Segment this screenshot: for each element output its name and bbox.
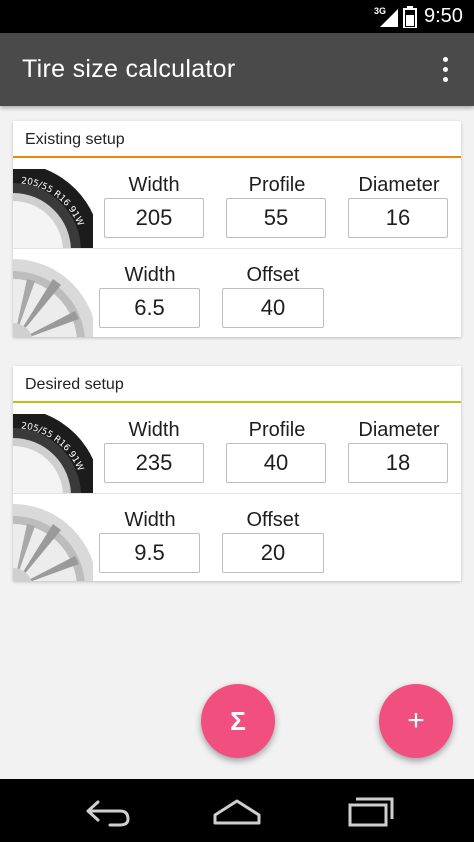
navigation-bar — [0, 779, 474, 842]
more-vert-icon[interactable] — [430, 53, 460, 87]
tire-width-input[interactable]: 235 — [104, 443, 204, 483]
tire-profile-input[interactable]: 40 — [226, 443, 326, 483]
tire-profile-input[interactable]: 55 — [226, 198, 326, 238]
tire-diameter-label: Diameter — [358, 174, 440, 196]
rim-icon — [13, 259, 93, 337]
existing-setup-card: Existing setup 205/55 R16 91W Width Prof… — [13, 121, 461, 337]
home-icon[interactable] — [207, 793, 267, 829]
existing-setup-divider — [13, 156, 461, 158]
tire-icon: 205/55 R16 91W — [13, 414, 93, 494]
rim-offset-label: Offset — [246, 509, 300, 531]
tire-icon: 205/55 R16 91W — [13, 169, 93, 249]
desired-setup-divider — [13, 401, 461, 403]
signal-icon — [380, 9, 398, 27]
tire-width-label: Width — [128, 174, 180, 196]
rim-offset-label: Offset — [246, 264, 300, 286]
tire-profile-label: Profile — [248, 174, 306, 196]
rim-width-label: Width — [124, 264, 176, 286]
calculate-button[interactable]: Σ — [201, 684, 275, 758]
status-bar: 3G 9:50 — [0, 0, 474, 33]
tire-diameter-label: Diameter — [358, 419, 440, 441]
rim-offset-input[interactable]: 20 — [222, 533, 324, 573]
tire-diameter-input[interactable]: 16 — [348, 198, 448, 238]
rim-width-input[interactable]: 6.5 — [99, 288, 200, 328]
app-bar: Tire size calculator — [0, 33, 474, 106]
row-divider — [13, 248, 461, 249]
rim-icon — [13, 504, 93, 581]
tire-width-input[interactable]: 205 — [104, 198, 204, 238]
tire-profile-label: Profile — [248, 419, 306, 441]
rim-width-label: Width — [124, 509, 176, 531]
row-divider — [13, 493, 461, 494]
existing-setup-title: Existing setup — [25, 131, 125, 148]
clock: 9:50 — [424, 5, 463, 27]
desired-setup-card: Desired setup 205/55 R16 91W Width Profi… — [13, 366, 461, 581]
battery-icon — [403, 6, 417, 28]
desired-setup-title: Desired setup — [25, 376, 124, 393]
rim-offset-input[interactable]: 40 — [222, 288, 324, 328]
recents-icon[interactable] — [340, 793, 400, 829]
add-button[interactable]: + — [379, 684, 453, 758]
tire-width-label: Width — [128, 419, 180, 441]
tire-diameter-input[interactable]: 18 — [348, 443, 448, 483]
app-title: Tire size calculator — [22, 55, 236, 83]
back-icon[interactable] — [76, 793, 136, 829]
rim-width-input[interactable]: 9.5 — [99, 533, 200, 573]
